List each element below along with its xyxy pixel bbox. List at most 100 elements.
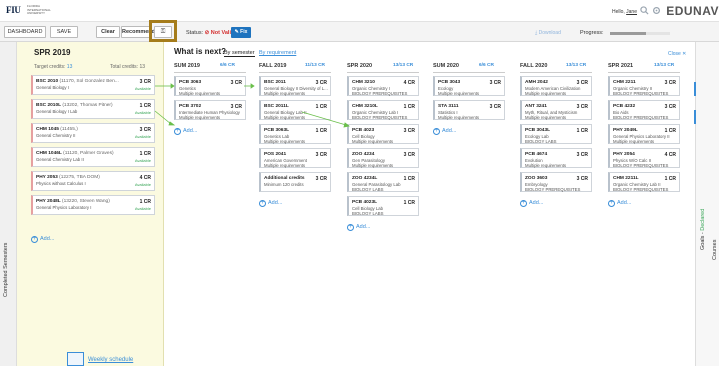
tab-by-semester[interactable]: By semester (224, 50, 255, 57)
course-credits: 1 CR (403, 176, 415, 182)
plus-icon: + (174, 128, 181, 135)
course-card[interactable]: ZOO 4234L General Parasitology Lab BIOLOGY… (347, 172, 419, 192)
course-code: BSC 2011L (264, 104, 289, 109)
target-credits-value[interactable]: 13 (67, 64, 73, 70)
highlight-box (149, 20, 177, 42)
course-instructor: (11120, Palmer Graves) (63, 151, 114, 156)
course-card[interactable]: PCB 3043 Ecology Multiple requirements 3 CR (433, 76, 505, 96)
status-label: Status: (186, 30, 204, 36)
course-code: PCB 3043L (525, 128, 551, 133)
course-card[interactable]: BSC 2011 General Biology II Diversity of … (259, 76, 331, 96)
course-title: General Biology I (36, 85, 69, 90)
close-button[interactable]: Close ✕ (668, 51, 686, 57)
course-instructor: (12275, TBA DOM) (59, 175, 100, 180)
course-code-text: BSC 2010L (36, 103, 61, 108)
add-course-link[interactable]: + Add... (174, 128, 197, 135)
course-card[interactable]: CHM 3210L Organic Chemistry Lab I BIOLOGY … (347, 100, 419, 120)
goals-label: Goals - Declared (700, 208, 706, 250)
add-course-link[interactable]: + Add... (433, 128, 456, 135)
course-availability: Available (134, 158, 151, 163)
add-course-link[interactable]: + Add... (347, 224, 370, 231)
course-card[interactable]: PCB 3063 Genetics Multiple requirements 3 C… (174, 76, 246, 96)
course-card[interactable]: PCB 3702 Intermediate Human Physiology Mul… (174, 100, 246, 120)
add-course-link[interactable]: + Add... (259, 200, 282, 207)
course-title: Physics without Calculus I (36, 181, 86, 186)
download-link[interactable]: ⤓ Download (535, 30, 561, 36)
course-card[interactable]: BSC 2011L General Biology Lab II Multiple … (259, 100, 331, 120)
course-card[interactable]: CHM 2211 Organic Chemistry II BIOLOGY PRER… (608, 76, 680, 96)
gear-icon[interactable] (651, 6, 661, 16)
course-requirement: BIOLOGY PREREQUISITES (352, 115, 408, 120)
course-card[interactable]: PCB 4674 Evolution Multiple requirements 3 … (520, 148, 592, 168)
course-instructor: (11455,) (60, 127, 78, 132)
course-card[interactable]: AMH 2042 Modern American Civilization Mult… (520, 76, 592, 96)
course-code: POS 2041 (264, 152, 287, 157)
recommend-button[interactable]: Recommend (121, 26, 155, 38)
course-card[interactable]: CHM 2211L Organic Chemistry Lab II BIOLOGY… (608, 172, 680, 192)
fix-button[interactable]: ✎ Fix (231, 27, 251, 38)
course-code: PCB 4674 (525, 152, 548, 157)
course-code-text: PHY 2053 (36, 175, 58, 180)
course-card[interactable]: PCB 4023L Cell Biology Lab BIOLOGY LABS 1 C… (347, 196, 419, 216)
course-card[interactable]: CHM 1045 (11455,) General Chemistry II 3… (31, 123, 155, 143)
semester-divider (608, 72, 680, 73)
course-credits: 1 CR (315, 128, 327, 134)
course-card[interactable]: CHM 3210 Organic Chemistry I BIOLOGY PRERE… (347, 76, 419, 96)
course-code: PCB 4023 (352, 128, 375, 133)
course-credits: 3 CR (230, 104, 242, 110)
completed-semester-column: SPR 2019 Target credits: 13 Total credit… (17, 42, 164, 366)
course-card[interactable]: PCB 4232 Bio Aids BIOLOGY PREREQUISITES 3 C… (608, 100, 680, 120)
calendar-icon[interactable] (67, 352, 84, 366)
status-indicator: Status: ⊘ Not Valid (186, 30, 234, 36)
plus-icon: + (259, 200, 266, 207)
course-card[interactable]: Additional credits Minimum 120 credits 3 C… (259, 172, 331, 192)
add-course-link[interactable]: + Add... (608, 200, 631, 207)
user-name-link[interactable]: Jane (626, 9, 637, 15)
course-card[interactable]: PHY 2049L General Physics Laboratory II Mu… (608, 124, 680, 144)
course-card[interactable]: POS 2041 American Government Multiple requ… (259, 148, 331, 168)
course-code: STA 3111 (438, 104, 459, 109)
course-instructor: (11170, Sol Gonzalez Ben... (59, 79, 119, 84)
add-course-link[interactable]: + Add... (520, 200, 543, 207)
course-card[interactable]: ZOO 3603 Embryology BIOLOGY PREREQUISITES 3… (520, 172, 592, 192)
course-card[interactable]: PHY 2053 (12275, TBA DOM) Physics withou… (31, 171, 155, 191)
courses-tab-label[interactable]: Courses (712, 240, 718, 260)
course-card[interactable]: BSC 2010L (13202, Thomas Pitner) General… (31, 99, 155, 119)
course-card[interactable]: BSC 2010 (11170, Sol Gonzalez Ben... Gen… (31, 75, 155, 95)
arrowhead (250, 83, 255, 89)
clear-button[interactable]: Clear (96, 26, 120, 38)
course-credits: 3 CR (403, 152, 415, 158)
completed-semesters-tab[interactable]: Completed Semesters (0, 42, 17, 366)
search-icon[interactable] (639, 6, 649, 16)
dashboard-button[interactable]: DASHBOARD (4, 26, 46, 38)
add-course-link[interactable]: + Add... (31, 236, 54, 243)
semester-credits: 11/13 CR (305, 63, 326, 68)
add-label: Add... (40, 236, 55, 242)
semester-credits: 6/6 CR (220, 63, 235, 68)
course-card[interactable]: CHM 1046L (11120, Palmer Graves) General… (31, 147, 155, 167)
course-card[interactable]: PCB 3063L Genetics Lab Multiple requiremen… (259, 124, 331, 144)
course-code: BSC 2011 (264, 80, 286, 85)
semester-divider (347, 72, 419, 73)
user-greeting: Hello, Jane (612, 9, 637, 15)
add-label: Add... (183, 128, 198, 134)
course-requirement: Multiple requirements (264, 163, 306, 168)
course-card[interactable]: PCB 4023 Cell Biology Multiple requirement… (347, 124, 419, 144)
status-not-valid: ⊘ Not Valid (204, 30, 235, 36)
tab-by-requirement[interactable]: By requirement (259, 50, 296, 56)
hello-prefix: Hello, (611, 9, 625, 15)
course-title: Minimum 120 credits (264, 182, 304, 187)
weekly-schedule-link[interactable]: Weekly schedule (88, 357, 133, 363)
course-card[interactable]: ZOO 4234 Gen Parasitology Multiple require… (347, 148, 419, 168)
course-code-text: BSC 2010 (36, 79, 59, 84)
course-card[interactable]: PCB 3043L Ecology Lab BIOLOGY LABS 1 CR (520, 124, 592, 144)
logo-subtitle: FLORIDA INTERNATIONAL UNIVERSITY (27, 4, 51, 16)
course-card[interactable]: PHY 2048L (13220, Steven Wang) General P… (31, 195, 155, 215)
course-requirement: Multiple requirements (613, 139, 655, 144)
save-button[interactable]: SAVE (50, 26, 78, 38)
course-card[interactable]: ANT 3241 Myth, Ritual, and Mysticism Multi… (520, 100, 592, 120)
course-card[interactable]: PHY 2054 Physics W/O Calc II BIOLOGY PRERE… (608, 148, 680, 168)
goals-panel-tab[interactable] (695, 42, 719, 366)
add-label: Add... (529, 200, 544, 206)
course-card[interactable]: STA 3111 Statistics I Multiple requirement… (433, 100, 505, 120)
